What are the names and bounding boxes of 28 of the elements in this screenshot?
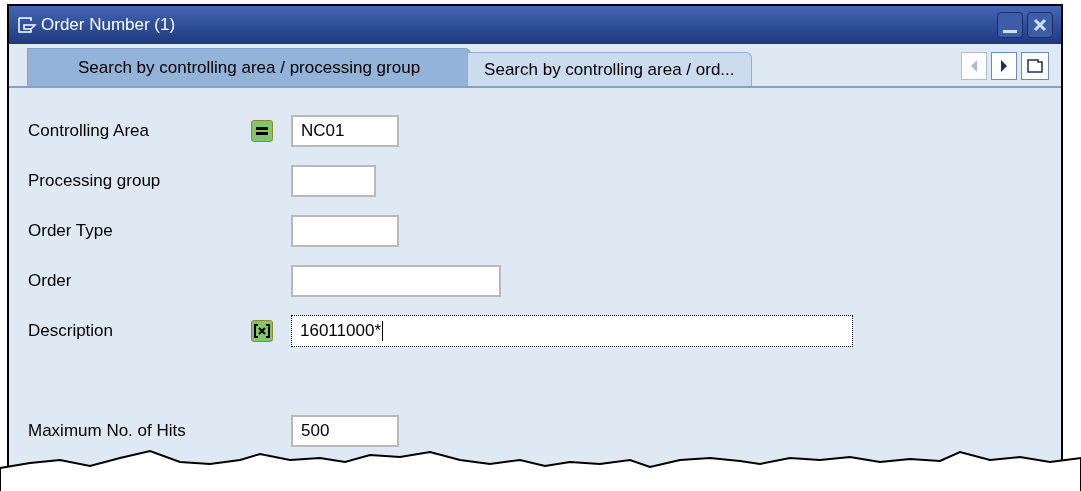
- left-triangle-icon: [970, 60, 978, 72]
- right-triangle-icon: [1000, 60, 1008, 72]
- tab[interactable]: Search by controlling area / ord...: [467, 52, 752, 86]
- minimize-icon: [1003, 30, 1017, 33]
- window-title: Order Number (1): [41, 14, 176, 37]
- field-label: Description: [28, 320, 115, 343]
- input-field[interactable]: NC01: [291, 115, 399, 147]
- minimize-button[interactable]: [997, 12, 1023, 38]
- input-field[interactable]: 500: [291, 415, 399, 447]
- close-icon: [1033, 18, 1047, 32]
- tab-list-button[interactable]: [1021, 52, 1049, 80]
- field-label: Order Type: [28, 220, 114, 243]
- input-field[interactable]: [291, 165, 376, 197]
- input-field[interactable]: 16011000*: [291, 315, 853, 347]
- input-field[interactable]: [291, 265, 501, 297]
- close-button[interactable]: [1027, 12, 1053, 38]
- field-label: Maximum No. of Hits: [28, 420, 187, 443]
- window-icon: [17, 16, 37, 34]
- scroll-right-button[interactable]: [991, 52, 1017, 80]
- field-label: Processing group: [28, 170, 162, 193]
- bracketed-x-icon: [254, 324, 270, 338]
- selection-option-button[interactable]: [251, 320, 273, 342]
- selection-option-button[interactable]: [251, 120, 273, 142]
- field-label: Controlling Area: [28, 120, 150, 143]
- input-field[interactable]: [291, 215, 399, 247]
- field-label: Order: [28, 270, 73, 293]
- equals-icon: [255, 126, 269, 136]
- folder-icon: [1026, 58, 1044, 74]
